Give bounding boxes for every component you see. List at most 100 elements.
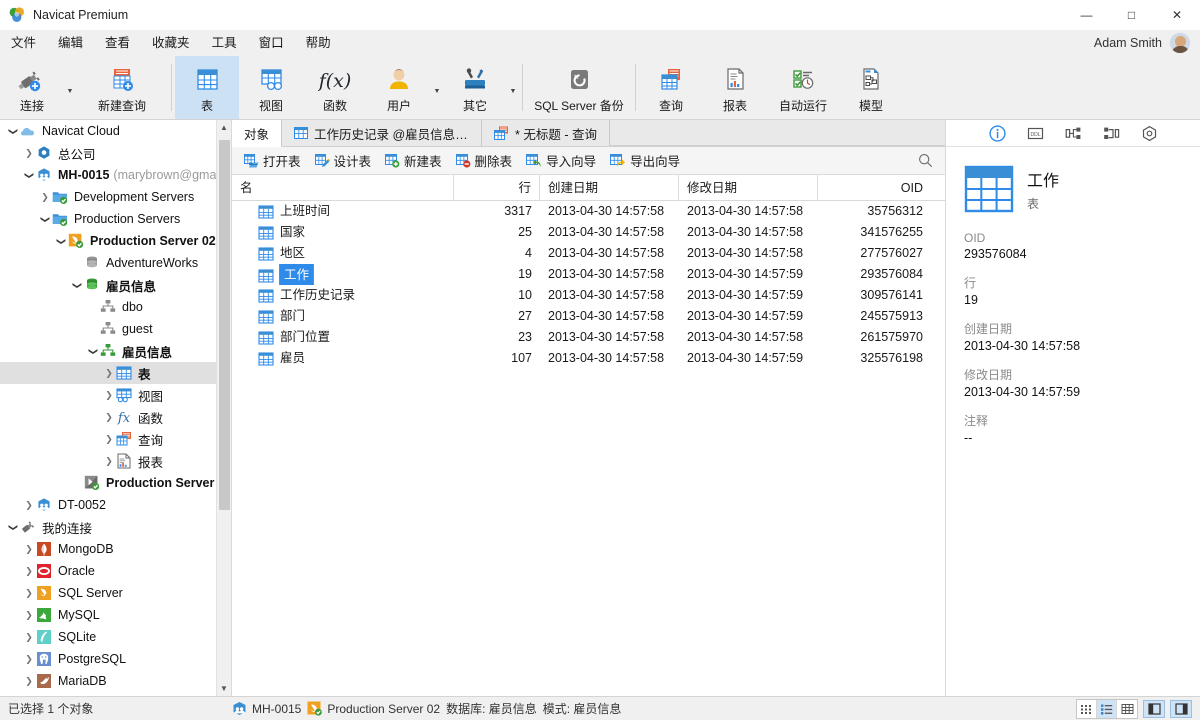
scroll-up-arrow-icon[interactable]: ▲ xyxy=(217,120,231,135)
toolbar-function[interactable]: f(x) 函数 xyxy=(303,56,367,119)
chevron-down-icon-other[interactable]: ▼ xyxy=(507,80,519,95)
cell-name[interactable]: 地区 xyxy=(232,243,454,264)
tab-untitled-query[interactable]: * 无标题 - 查询 xyxy=(482,120,610,146)
minimize-button[interactable]: — xyxy=(1064,0,1109,30)
chevron-right-icon[interactable]: ❯ xyxy=(22,654,36,665)
scrollbar-thumb[interactable] xyxy=(219,140,230,510)
tree-item-6[interactable]: AdventureWorks xyxy=(0,252,231,274)
tree-item-9[interactable]: guest xyxy=(0,318,231,340)
design-table-button[interactable]: 设计表 xyxy=(309,149,378,172)
chevron-right-icon[interactable]: ❯ xyxy=(102,412,116,423)
cell-name[interactable]: 上班时间 xyxy=(232,201,454,222)
tree-item-20[interactable]: ❯Oracle xyxy=(0,560,231,582)
menu-favorites[interactable]: 收藏夹 xyxy=(141,30,201,56)
chevron-down-icon[interactable]: ❯ xyxy=(56,234,67,248)
search-icon[interactable] xyxy=(918,153,933,168)
chevron-right-icon[interactable]: ❯ xyxy=(22,500,36,511)
tree-item-25[interactable]: ❯MariaDB xyxy=(0,670,231,692)
tree-item-2[interactable]: ❯MH-0015(marybrown@gmai xyxy=(0,164,231,186)
table-row[interactable]: 工作192013-04-30 14:57:582013-04-30 14:57:… xyxy=(232,264,945,285)
tree-item-24[interactable]: ❯PostgreSQL xyxy=(0,648,231,670)
tree-item-11[interactable]: ❯表 xyxy=(0,362,231,384)
tree-item-18[interactable]: ❯我的连接 xyxy=(0,516,231,538)
tree-item-4[interactable]: ❯Production Servers xyxy=(0,208,231,230)
export-wizard-button[interactable]: 导出向导 xyxy=(604,149,686,172)
tree-item-7[interactable]: ❯雇员信息 xyxy=(0,274,231,296)
chevron-down-icon-user[interactable]: ▼ xyxy=(431,80,443,95)
cell-name[interactable]: 国家 xyxy=(232,222,454,243)
left-panel-toggle-icon[interactable] xyxy=(1143,700,1165,718)
toolbar-user[interactable]: 用户 xyxy=(367,61,431,114)
chevron-down-icon[interactable]: ❯ xyxy=(40,212,51,226)
column-header-oid[interactable]: OID xyxy=(818,175,931,201)
field-list-icon[interactable] xyxy=(1102,124,1120,142)
tree-item-5[interactable]: ❯Production Server 02 xyxy=(0,230,231,252)
chevron-right-icon[interactable]: ❯ xyxy=(102,368,116,379)
tree-item-19[interactable]: ❯MongoDB xyxy=(0,538,231,560)
column-header-rows[interactable]: 行 xyxy=(454,175,540,201)
menu-edit[interactable]: 编辑 xyxy=(47,30,94,56)
toolbar-model[interactable]: 模型 xyxy=(839,56,903,119)
column-header-created[interactable]: 创建日期 xyxy=(540,175,679,201)
tree-item-1[interactable]: ❯总公司 xyxy=(0,142,231,164)
chevron-right-icon[interactable]: ❯ xyxy=(22,544,36,555)
chevron-right-icon[interactable]: ❯ xyxy=(102,434,116,445)
small-grid-view-icon[interactable] xyxy=(1077,700,1097,718)
object-grid[interactable]: 名 行 创建日期 修改日期 OID 上班时间33172013-04-30 14:… xyxy=(232,175,945,696)
toolbar-connection[interactable]: 连接 xyxy=(0,61,64,114)
chevron-right-icon[interactable]: ❯ xyxy=(22,632,36,643)
chevron-down-icon[interactable]: ❯ xyxy=(24,168,35,182)
menu-file[interactable]: 文件 xyxy=(0,30,47,56)
table-row[interactable]: 雇员1072013-04-30 14:57:582013-04-30 14:57… xyxy=(232,348,945,369)
ddl-icon[interactable]: DDL xyxy=(1026,124,1044,142)
detail-grid-view-icon[interactable] xyxy=(1117,700,1137,718)
table-row[interactable]: 部门位置232013-04-30 14:57:582013-04-30 14:5… xyxy=(232,327,945,348)
info-icon[interactable] xyxy=(988,124,1006,142)
table-row[interactable]: 国家252013-04-30 14:57:582013-04-30 14:57:… xyxy=(232,222,945,243)
column-header-modified[interactable]: 修改日期 xyxy=(679,175,818,201)
menu-tools[interactable]: 工具 xyxy=(201,30,248,56)
chevron-down-icon[interactable]: ❯ xyxy=(72,278,83,292)
chevron-right-icon[interactable]: ❯ xyxy=(102,390,116,401)
import-wizard-button[interactable]: 导入向导 xyxy=(520,149,602,172)
table-row[interactable]: 地区42013-04-30 14:57:582013-04-30 14:57:5… xyxy=(232,243,945,264)
chevron-down-icon[interactable]: ❯ xyxy=(8,124,19,138)
tree-item-15[interactable]: ❯报表 xyxy=(0,450,231,472)
toolbar-sqlserver-backup[interactable]: SQL Server 备份 xyxy=(526,56,632,119)
tree-item-16[interactable]: Production Server 02 xyxy=(0,472,231,494)
close-button[interactable]: ✕ xyxy=(1154,0,1200,30)
menu-help[interactable]: 帮助 xyxy=(295,30,342,56)
toolbar-table[interactable]: 表 xyxy=(175,56,239,119)
chevron-right-icon[interactable]: ❯ xyxy=(22,676,36,687)
chevron-right-icon[interactable]: ❯ xyxy=(38,192,52,203)
tree-scrollbar[interactable]: ▲ ▼ xyxy=(216,120,231,696)
avatar[interactable] xyxy=(1169,32,1191,54)
tree-item-23[interactable]: ❯SQLite xyxy=(0,626,231,648)
toolbar-automation[interactable]: 自动运行 xyxy=(767,56,839,119)
tree-item-8[interactable]: dbo xyxy=(0,296,231,318)
tab-objects[interactable]: 对象 xyxy=(232,120,282,147)
preview-icon[interactable] xyxy=(1140,124,1158,142)
chevron-right-icon[interactable]: ❯ xyxy=(22,148,36,159)
tree-item-10[interactable]: ❯雇员信息 xyxy=(0,340,231,362)
menu-view[interactable]: 查看 xyxy=(94,30,141,56)
tab-work-history-table[interactable]: 工作历史记录 @雇员信息.雇... xyxy=(282,120,482,146)
tree-item-3[interactable]: ❯Development Servers xyxy=(0,186,231,208)
delete-table-button[interactable]: 删除表 xyxy=(450,149,519,172)
object-tree[interactable]: ❯Navicat Cloud❯总公司❯MH-0015(marybrown@gma… xyxy=(0,120,232,696)
toolbar-query[interactable]: 查询 xyxy=(639,56,703,119)
tree-item-13[interactable]: ❯fx函数 xyxy=(0,406,231,428)
chevron-down-icon[interactable]: ❯ xyxy=(88,344,99,358)
tree-item-17[interactable]: ❯DT-0052 xyxy=(0,494,231,516)
menu-window[interactable]: 窗口 xyxy=(248,30,295,56)
relation-diagram-icon[interactable] xyxy=(1064,124,1082,142)
cell-name[interactable]: 工作 xyxy=(232,264,454,285)
cell-name[interactable]: 雇员 xyxy=(232,348,454,369)
maximize-button[interactable]: □ xyxy=(1109,0,1154,30)
chevron-down-icon[interactable]: ❯ xyxy=(8,520,19,534)
open-table-button[interactable]: 打开表 xyxy=(238,149,307,172)
right-panel-toggle-icon[interactable] xyxy=(1170,700,1192,718)
chevron-right-icon[interactable]: ❯ xyxy=(102,456,116,467)
chevron-right-icon[interactable]: ❯ xyxy=(22,566,36,577)
table-row[interactable]: 工作历史记录102013-04-30 14:57:582013-04-30 14… xyxy=(232,285,945,306)
